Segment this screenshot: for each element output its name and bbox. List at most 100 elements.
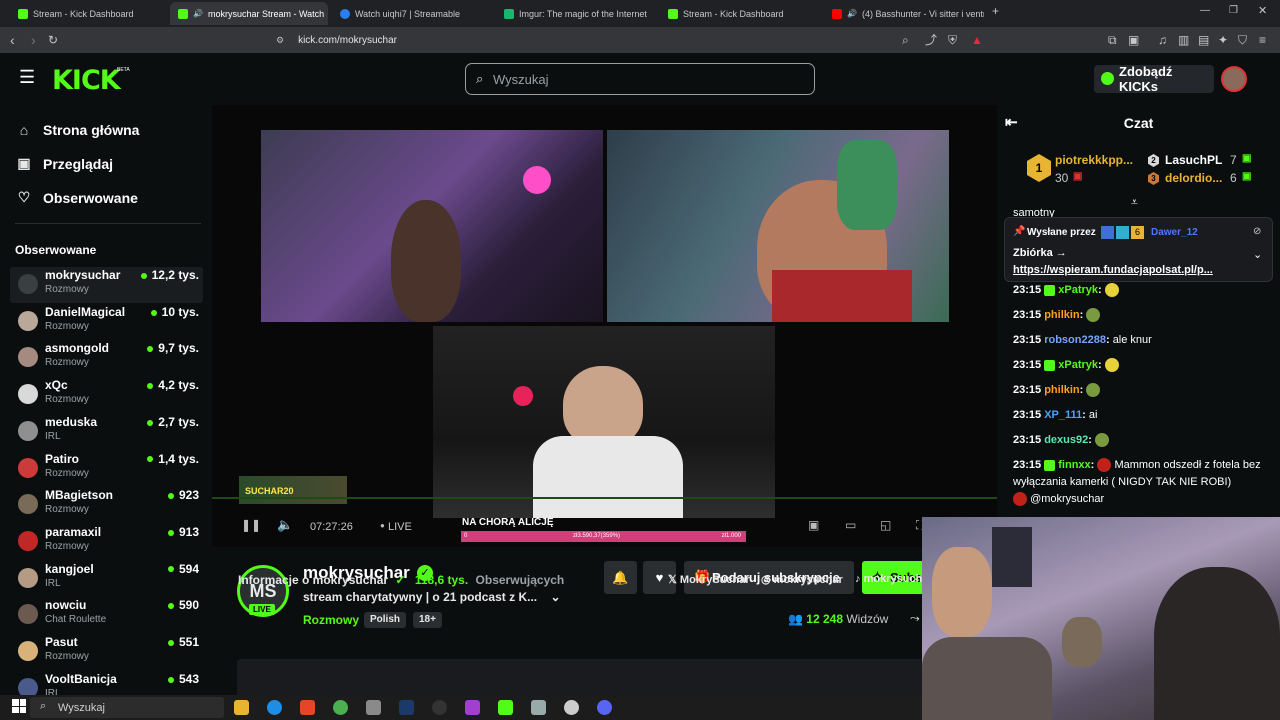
menu-icon[interactable]: ≡ — [1259, 27, 1266, 53]
pip-icon[interactable]: ◱ — [880, 518, 891, 532]
close-window-icon[interactable]: ✕ — [1258, 0, 1267, 24]
app-icon[interactable] — [465, 700, 480, 715]
video-player[interactable]: SUCHAR20 NA CHORĄ ALICJĘ 0 zł3.590,37(35… — [212, 105, 997, 547]
message-user[interactable]: dexus92 — [1044, 434, 1088, 446]
followed-channel-item[interactable]: mokrysuchar Rozmowy 12,2 tys. — [10, 267, 203, 303]
expand-gifters-icon[interactable]: ⩡ — [1131, 195, 1138, 210]
kick-app-icon[interactable] — [498, 700, 513, 715]
get-kicks-button[interactable]: Zdobądź KICKs — [1094, 64, 1214, 94]
message-user[interactable]: philkin — [1044, 309, 1079, 321]
followers-count: 118,6 tys. — [414, 573, 469, 587]
nav-following[interactable]: ♡ Obserwowane — [17, 189, 138, 206]
social-x-link[interactable]: 𝕏 MokrySuchar — [668, 573, 750, 586]
file-explorer-icon[interactable] — [234, 700, 249, 715]
message-user[interactable]: XP_111 — [1044, 409, 1082, 421]
windows-start-icon[interactable] — [12, 699, 26, 713]
social-instagram-link[interactable]: ◎ mokrysuchar — [761, 573, 843, 586]
pinned-sender[interactable]: Dawer_12 — [1151, 227, 1198, 238]
brave-shield-icon[interactable]: ⛨ — [948, 27, 957, 53]
discord-icon[interactable] — [597, 700, 612, 715]
gifter-name[interactable]: delordio... — [1165, 171, 1222, 185]
edge-icon[interactable] — [267, 700, 282, 715]
followed-channel-item[interactable]: nowciu Chat Roulette 590 — [10, 597, 203, 633]
music-icon[interactable]: ♫ — [1158, 27, 1167, 53]
followed-channel-item[interactable]: kangjoel IRL 594 — [10, 561, 203, 597]
volume-icon[interactable]: 🔈 — [277, 517, 293, 533]
brave-icon[interactable] — [300, 700, 315, 715]
unpin-icon[interactable]: ⊘ — [1253, 226, 1261, 237]
social-tiktok-link[interactable]: ♪ mokrysuch — [855, 573, 922, 585]
steam-icon[interactable] — [399, 700, 414, 715]
tab-title: mokrysuchar Stream - Watch — [207, 8, 325, 19]
site-info-icon[interactable]: ⚙ — [276, 35, 284, 46]
browser-tab[interactable]: Stream - Kick Dashboard — [10, 2, 170, 25]
taskbar-search[interactable]: ⌕ Wyszukaj — [30, 697, 224, 718]
restore-icon[interactable]: ❐ — [1229, 0, 1238, 24]
message-text: ale knur — [1112, 334, 1152, 346]
chevron-down-icon[interactable]: ⌄ — [1253, 248, 1262, 261]
followed-channel-item[interactable]: DanielMagical Rozmowy 10 tys. — [10, 304, 203, 340]
clip-icon[interactable]: ▣ — [808, 518, 819, 532]
notification-button[interactable]: 🔔 — [604, 561, 637, 594]
app-icon[interactable] — [564, 700, 579, 715]
followed-channel-item[interactable]: xQc Rozmowy 4,2 tys. — [10, 377, 203, 413]
browser-tab[interactable]: 🔊 (4) Basshunter - Vi sitter i ventrilo — [824, 2, 984, 25]
nav-home[interactable]: ⌂ Strona główna — [17, 122, 140, 138]
followed-channel-item[interactable]: Patiro Rozmowy 1,4 tys. — [10, 451, 203, 487]
extensions-icon[interactable]: ⧉ — [1108, 27, 1117, 53]
user-avatar[interactable] — [1221, 66, 1247, 92]
chrome-icon[interactable] — [333, 700, 348, 715]
followed-channel-item[interactable]: Pasut Rozmowy 551 — [10, 634, 203, 670]
browser-tab-active[interactable]: 🔊 mokrysuchar Stream - Watch ✕ — [170, 2, 328, 25]
message-user[interactable]: finnxx — [1058, 459, 1090, 471]
screenshot-icon[interactable]: ▣ — [1128, 27, 1139, 53]
pinned-link[interactable]: https://wspieram.fundacjapolsat.pl/p... — [1013, 264, 1213, 276]
hamburger-menu-icon[interactable]: ☰ — [19, 67, 35, 88]
pause-icon[interactable]: ❚❚ — [241, 518, 261, 532]
obs-icon[interactable] — [432, 700, 447, 715]
search-input[interactable]: ⌕ Wyszukaj — [465, 63, 815, 95]
tag-language[interactable]: Polish — [364, 612, 407, 628]
ai-icon[interactable]: ✦ — [1218, 27, 1228, 53]
browser-tab[interactable]: Watch uiqhi7 | Streamable — [332, 2, 492, 25]
followed-channel-item[interactable]: meduska IRL 2,7 tys. — [10, 414, 203, 450]
reload-icon[interactable]: ↻ — [48, 27, 58, 53]
gifter-name[interactable]: LasuchPL — [1165, 153, 1222, 167]
sidebar-icon[interactable]: ▥ — [1178, 27, 1189, 53]
minimize-icon[interactable]: — — [1200, 0, 1210, 24]
message-user[interactable]: philkin — [1044, 384, 1079, 396]
tag-age[interactable]: 18+ — [413, 612, 442, 628]
followed-channel-item[interactable]: MBagietson Rozmowy 923 — [10, 487, 203, 523]
back-icon[interactable]: ‹ — [10, 27, 15, 53]
message-user[interactable]: xPatryk — [1058, 284, 1098, 296]
followed-channel-item[interactable]: VooltBanicja IRL 543 — [10, 671, 203, 695]
stream-category[interactable]: Rozmowy — [303, 613, 359, 627]
nav-browse[interactable]: ▣ Przeglądaj — [17, 155, 113, 172]
new-tab-icon[interactable]: + — [992, 0, 999, 24]
theatre-icon[interactable]: ▭ — [845, 518, 856, 532]
browser-tab[interactable]: Stream - Kick Dashboard — [660, 2, 820, 25]
followed-channel-item[interactable]: asmongold Rozmowy 9,7 tys. — [10, 340, 203, 376]
kick-logo[interactable]: KICK — [52, 65, 121, 96]
kick-favicon-icon — [668, 8, 678, 19]
message-user[interactable]: xPatryk — [1058, 359, 1098, 371]
message-user[interactable]: robson2288 — [1044, 334, 1106, 346]
app-icon[interactable] — [366, 700, 381, 715]
live-label[interactable]: LIVE — [388, 521, 412, 533]
progress-track[interactable] — [212, 497, 997, 499]
url-field[interactable]: ⚙ kick.com/mokrysuchar — [240, 30, 990, 50]
brave-rewards-icon[interactable]: ▲ — [971, 27, 983, 53]
gifter-name[interactable]: piotrekkkpp... — [1055, 153, 1133, 167]
collapse-chat-icon[interactable]: ⇤ — [1005, 105, 1018, 141]
browser-tab[interactable]: Imgur: The magic of the Internet — [496, 2, 656, 25]
share-icon[interactable]: ⤳ — [910, 611, 920, 626]
wallet-icon[interactable]: ▤ — [1198, 27, 1209, 53]
share-icon[interactable]: ⤴ — [925, 27, 937, 53]
zoom-icon[interactable]: ⌕ — [902, 27, 909, 53]
message-time: 23:15 — [1013, 434, 1042, 446]
chevron-down-icon[interactable]: ⌄ — [550, 590, 560, 604]
app-icon[interactable] — [531, 700, 546, 715]
forward-icon[interactable]: › — [31, 27, 36, 53]
followed-channel-item[interactable]: paramaxil Rozmowy 913 — [10, 524, 203, 560]
vpn-icon[interactable]: ⛉ — [1238, 27, 1247, 53]
